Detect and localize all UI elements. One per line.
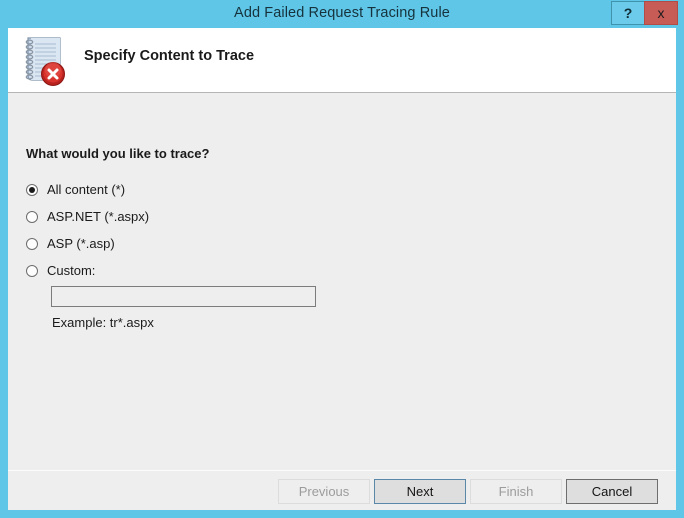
radio-label-custom[interactable]: Custom: — [47, 263, 95, 278]
title-bar[interactable]: Add Failed Request Tracing Rule ? x — [0, 0, 684, 28]
radio-icon-asp-net[interactable] — [26, 210, 38, 223]
finish-button[interactable]: Finish — [470, 479, 562, 504]
radio-icon-all-content[interactable] — [26, 183, 38, 196]
dialog-button-bar: Previous Next Finish Cancel — [8, 470, 676, 510]
help-button[interactable]: ? — [611, 1, 645, 25]
window-title: Add Failed Request Tracing Rule — [234, 5, 450, 21]
radio-label-all-content[interactable]: All content (*) — [47, 182, 125, 197]
page-title: Specify Content to Trace — [84, 48, 255, 64]
previous-button[interactable]: Previous — [278, 479, 370, 504]
question-label: What would you like to trace? — [26, 146, 210, 161]
next-button[interactable]: Next — [374, 479, 466, 504]
radio-option-custom[interactable]: Custom: — [26, 257, 426, 284]
radio-option-asp-net[interactable]: ASP.NET (*.aspx) — [26, 203, 426, 230]
example-hint: Example: tr*.aspx — [52, 315, 154, 330]
close-button[interactable]: x — [644, 1, 678, 25]
window-controls: ? x — [611, 1, 678, 25]
document-error-icon — [18, 34, 70, 88]
radio-label-asp[interactable]: ASP (*.asp) — [47, 236, 115, 251]
dialog-header: Specify Content to Trace — [8, 28, 676, 93]
cancel-button[interactable]: Cancel — [566, 479, 658, 504]
custom-pattern-input[interactable] — [51, 286, 316, 307]
radio-option-all-content[interactable]: All content (*) — [26, 176, 426, 203]
dialog-body: Specify Content to Trace What would you … — [8, 28, 676, 510]
radio-icon-custom[interactable] — [26, 264, 38, 277]
radio-icon-asp[interactable] — [26, 237, 38, 250]
radio-option-asp[interactable]: ASP (*.asp) — [26, 230, 426, 257]
dialog-content: What would you like to trace? All conten… — [8, 94, 676, 470]
trace-content-radio-group: All content (*) ASP.NET (*.aspx) ASP (*.… — [26, 176, 426, 284]
radio-label-asp-net[interactable]: ASP.NET (*.aspx) — [47, 209, 149, 224]
dialog-window: Add Failed Request Tracing Rule ? x Spec… — [0, 0, 684, 518]
